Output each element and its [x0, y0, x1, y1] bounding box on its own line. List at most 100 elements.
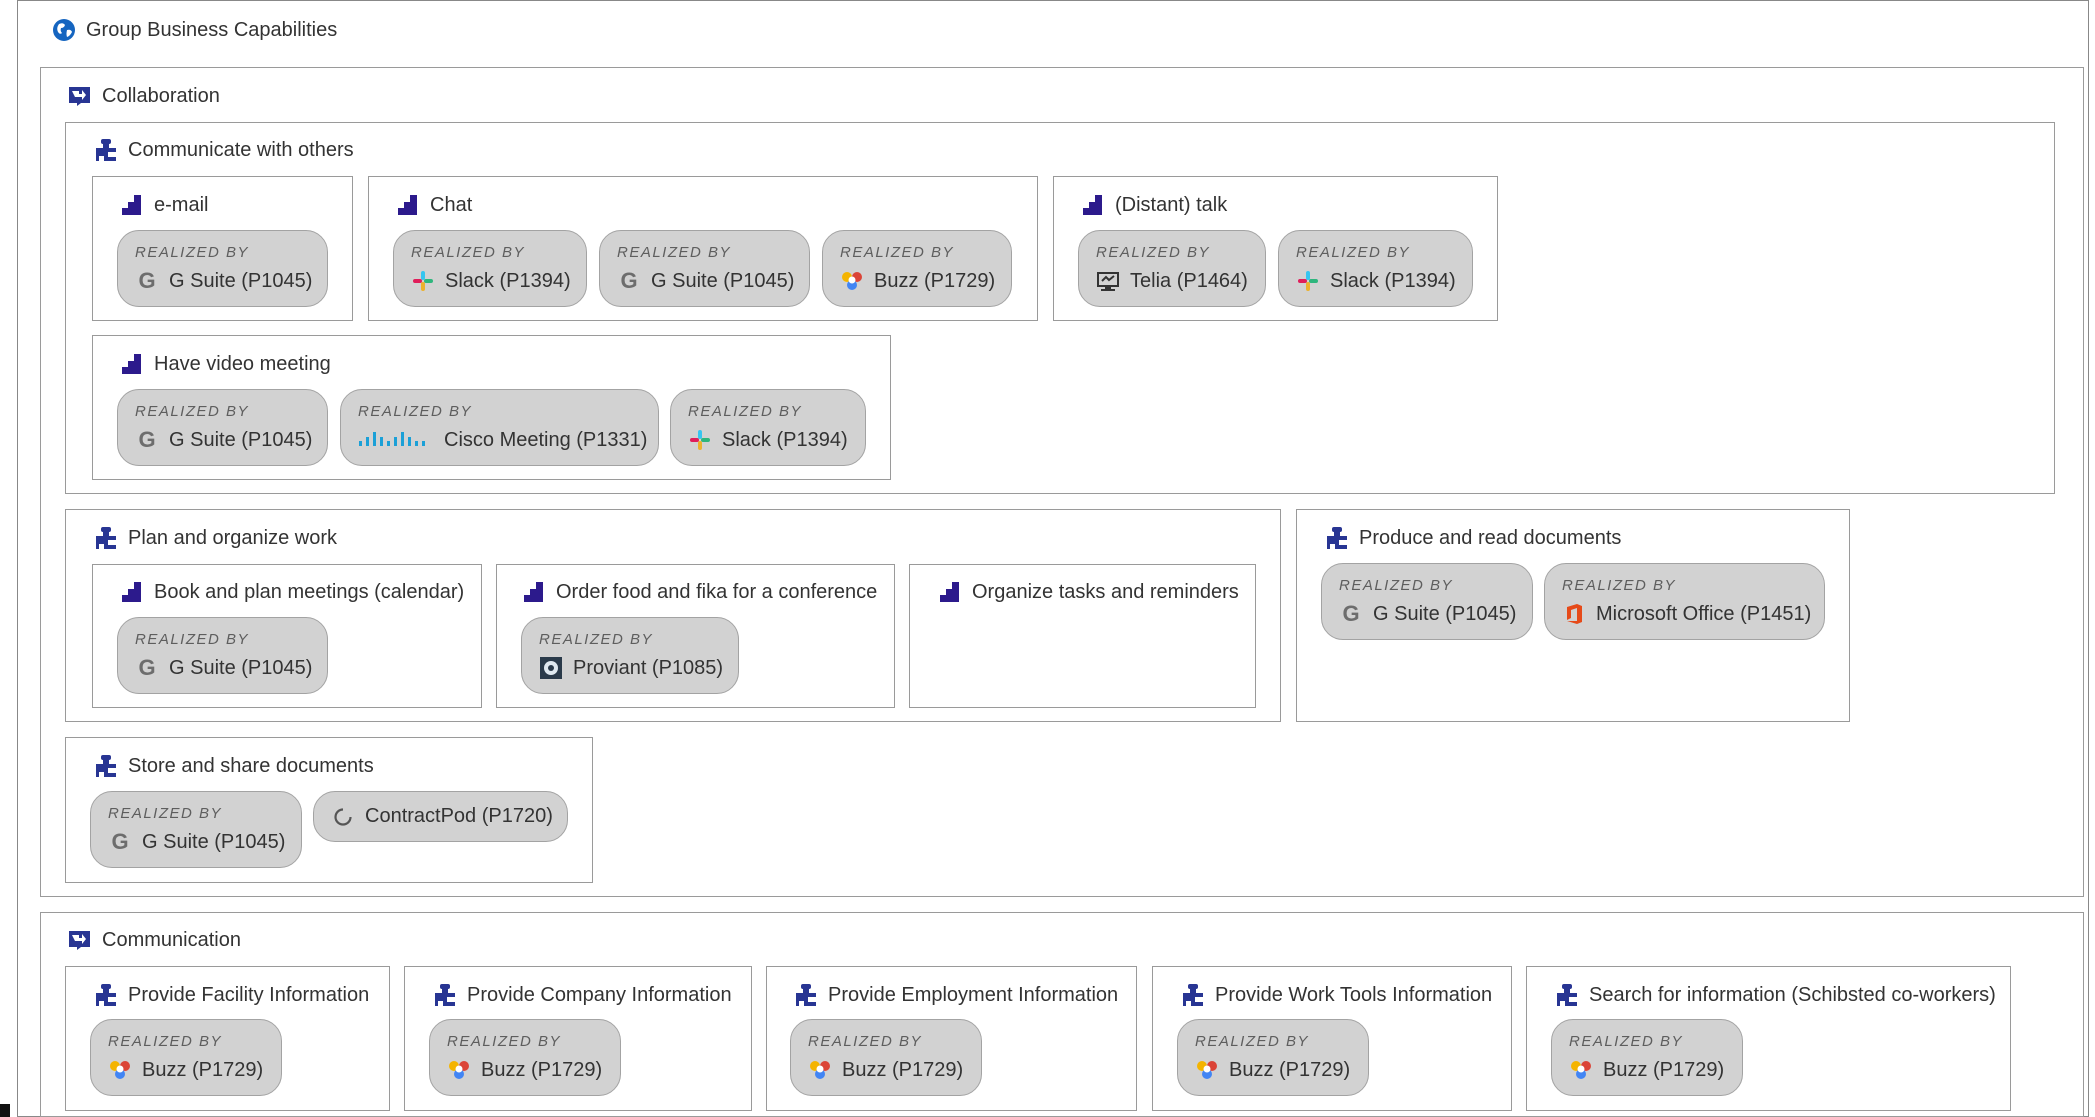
realized-by-pill[interactable]: REALIZED BY Proviant (P1085)	[521, 617, 739, 694]
app-name: Buzz (P1729)	[842, 1058, 964, 1081]
produce-header[interactable]: Produce and read documents	[1325, 526, 1621, 550]
app-name: G Suite (P1045)	[651, 269, 795, 292]
app-name: Slack (P1394)	[1330, 269, 1456, 292]
communicate-header[interactable]: Communicate with others	[94, 138, 354, 162]
google-icon: G	[138, 427, 156, 452]
realized-by-pill[interactable]: REALIZED BY Slack (P1394)	[393, 230, 587, 307]
root-header[interactable]: Group Business Capabilities	[52, 18, 337, 42]
slack-icon	[688, 428, 712, 452]
app-name: G Suite (P1045)	[142, 830, 286, 853]
company-title: Provide Company Information	[467, 983, 732, 1006]
book-title: Book and plan meetings (calendar)	[154, 580, 465, 603]
search-header: Search for information (Schibsted co-wor…	[1555, 983, 1996, 1007]
stairs-icon	[522, 580, 546, 604]
realized-by-label: REALIZED BY	[1296, 244, 1411, 261]
realized-by-label: REALIZED BY	[108, 1033, 223, 1050]
stairs-icon	[938, 580, 962, 604]
realized-by-pill[interactable]: REALIZED BY Buzz (P1729)	[90, 1019, 282, 1096]
puzzle-icon	[1325, 526, 1349, 550]
app-name: G Suite (P1045)	[1373, 602, 1517, 625]
realized-by-pill[interactable]: REALIZED BY Microsoft Office (P1451)	[1544, 563, 1825, 640]
email-header: e-mail	[120, 193, 208, 217]
buzz-icon	[808, 1058, 832, 1082]
buzz-icon	[108, 1058, 132, 1082]
facility-title: Provide Facility Information	[128, 983, 370, 1006]
chat-title: Chat	[430, 193, 473, 216]
plan-title: Plan and organize work	[128, 526, 338, 549]
realized-by-label: REALIZED BY	[688, 403, 803, 420]
collaboration-title: Collaboration	[102, 84, 220, 107]
store-header[interactable]: Store and share documents	[94, 754, 374, 778]
realized-by-pill[interactable]: REALIZED BY G G Suite (P1045)	[599, 230, 810, 307]
app-name: Buzz (P1729)	[874, 269, 996, 292]
realized-by-pill[interactable]: REALIZED BY Buzz (P1729)	[1177, 1019, 1369, 1096]
app-name: Slack (P1394)	[722, 428, 848, 451]
buzz-icon	[1569, 1058, 1593, 1082]
employment-header: Provide Employment Information	[794, 983, 1118, 1007]
google-icon: G	[138, 268, 156, 293]
puzzle-icon	[94, 754, 118, 778]
book-header: Book and plan meetings (calendar)	[120, 580, 464, 604]
realized-by-pill[interactable]: REALIZED BY Slack (P1394)	[670, 389, 866, 466]
food-title: Order food and fika for a conference	[556, 580, 878, 603]
communication-header[interactable]: Communication	[68, 928, 241, 952]
realized-by-pill[interactable]: REALIZED BY G G Suite (P1045)	[117, 389, 328, 466]
app-pill[interactable]: ContractPod (P1720)	[313, 791, 568, 842]
slack-icon	[411, 269, 435, 293]
stairs-icon	[120, 193, 144, 217]
video-header: Have video meeting	[120, 352, 331, 376]
realized-by-label: REALIZED BY	[1562, 577, 1677, 594]
corner-mark	[0, 1104, 10, 1117]
app-name: Microsoft Office (P1451)	[1596, 602, 1812, 625]
app-name: Cisco Meeting (P1331)	[444, 428, 648, 451]
puzzle-icon	[94, 526, 118, 550]
produce-title: Produce and read documents	[1359, 526, 1622, 549]
puzzle-icon	[1555, 983, 1579, 1007]
communicate-title: Communicate with others	[128, 138, 354, 161]
globe-icon	[52, 18, 76, 42]
chat-header: Chat	[396, 193, 472, 217]
realized-by-pill[interactable]: REALIZED BY Telia (P1464)	[1078, 230, 1266, 307]
app-name: G Suite (P1045)	[169, 428, 313, 451]
facility-header: Provide Facility Information	[94, 983, 369, 1007]
work-tools-title: Provide Work Tools Information	[1215, 983, 1493, 1006]
employment-title: Provide Employment Information	[828, 983, 1119, 1006]
collaboration-header[interactable]: Collaboration	[68, 84, 220, 108]
plan-header[interactable]: Plan and organize work	[94, 526, 337, 550]
realized-by-label: REALIZED BY	[1339, 577, 1454, 594]
realized-by-label: REALIZED BY	[135, 403, 250, 420]
video-title: Have video meeting	[154, 352, 331, 375]
realized-by-pill[interactable]: REALIZED BY Slack (P1394)	[1278, 230, 1473, 307]
buzz-icon	[447, 1058, 471, 1082]
realized-by-pill[interactable]: REALIZED BY G G Suite (P1045)	[117, 617, 328, 694]
puzzle-icon	[794, 983, 818, 1007]
contractpod-icon	[331, 805, 355, 829]
realized-by-pill[interactable]: REALIZED BY G G Suite (P1045)	[90, 791, 302, 868]
app-name: Telia (P1464)	[1130, 269, 1248, 292]
realized-by-pill[interactable]: REALIZED BY G G Suite (P1045)	[117, 230, 328, 307]
tasks-title: Organize tasks and reminders	[972, 580, 1239, 603]
realized-by-pill[interactable]: REALIZED BY Cisco Meeting (P1331)	[340, 389, 659, 466]
realized-by-pill[interactable]: REALIZED BY Buzz (P1729)	[822, 230, 1012, 307]
app-name: G Suite (P1045)	[169, 656, 313, 679]
realized-by-label: REALIZED BY	[447, 1033, 562, 1050]
communication-title: Communication	[102, 928, 241, 951]
realized-by-pill[interactable]: REALIZED BY G G Suite (P1045)	[1321, 563, 1533, 640]
google-icon: G	[138, 655, 156, 680]
realized-by-pill[interactable]: REALIZED BY Buzz (P1729)	[1551, 1019, 1743, 1096]
app-name: Buzz (P1729)	[1229, 1058, 1351, 1081]
app-name: Buzz (P1729)	[1603, 1058, 1725, 1081]
slack-icon	[1296, 269, 1320, 293]
talk-title: (Distant) talk	[1115, 193, 1228, 216]
google-icon: G	[620, 268, 638, 293]
puzzle-icon	[433, 983, 457, 1007]
app-name: Buzz (P1729)	[142, 1058, 264, 1081]
realized-by-label: REALIZED BY	[135, 631, 250, 648]
root-title: Group Business Capabilities	[86, 18, 338, 41]
app-name: G Suite (P1045)	[169, 269, 313, 292]
realized-by-pill[interactable]: REALIZED BY Buzz (P1729)	[790, 1019, 982, 1096]
stairs-icon	[120, 352, 144, 376]
buzz-icon	[840, 269, 864, 293]
app-name: Slack (P1394)	[445, 269, 571, 292]
realized-by-pill[interactable]: REALIZED BY Buzz (P1729)	[429, 1019, 621, 1096]
